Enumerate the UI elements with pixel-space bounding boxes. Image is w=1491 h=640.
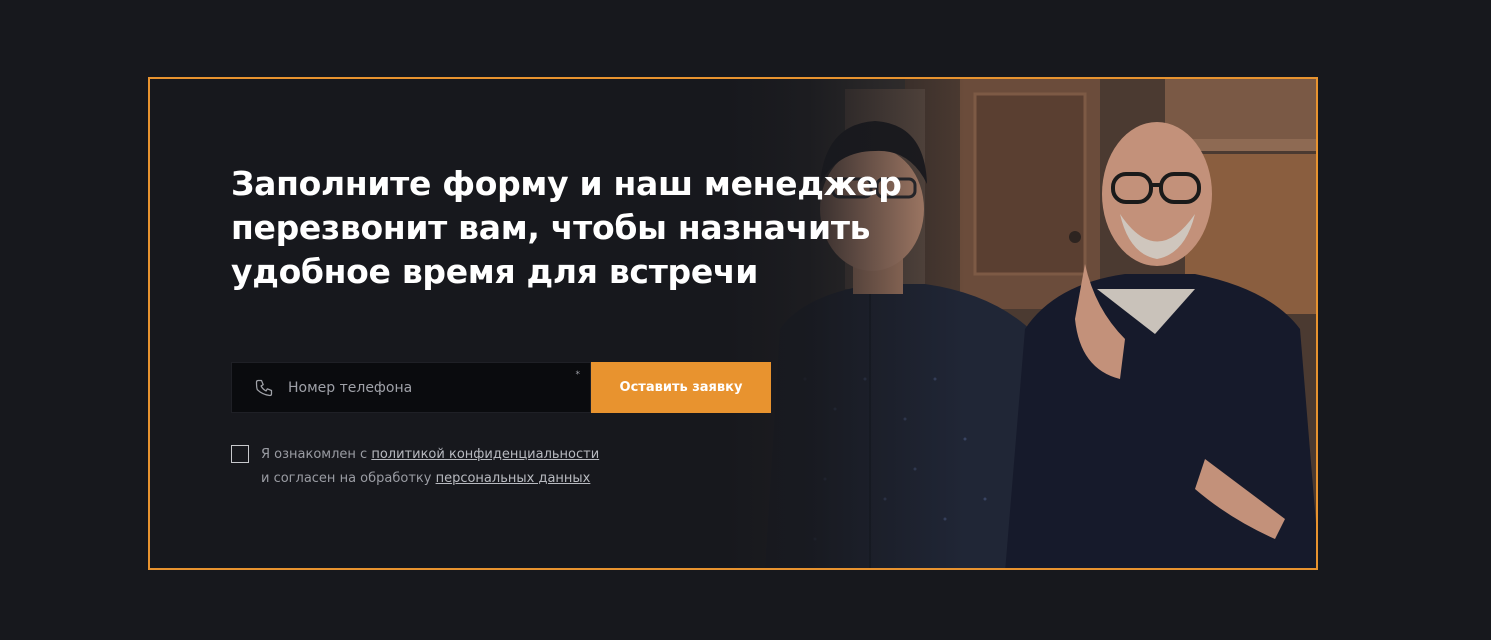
consent-block: Я ознакомлен с политикой конфиденциально… (231, 443, 599, 491)
consent-checkbox[interactable] (231, 445, 249, 463)
headline-line: перезвонит вам, чтобы назначить (231, 208, 871, 247)
phone-field[interactable]: * (231, 362, 591, 413)
consent-text: Я ознакомлен с политикой конфиденциально… (261, 443, 599, 491)
headline-line: удобное время для встречи (231, 252, 759, 291)
headline-line: Заполните форму и наш менеджер (231, 164, 902, 203)
phone-input[interactable] (288, 379, 558, 396)
submit-request-button[interactable]: Оставить заявку (591, 362, 771, 413)
team-photo (725, 79, 1316, 568)
phone-icon (254, 378, 274, 398)
consent-text-part: Я ознакомлен с (261, 447, 372, 462)
required-mark: * (575, 370, 581, 380)
callback-form-card: Заполните форму и наш менеджер перезвони… (148, 77, 1318, 570)
consent-text-part: и согласен на обработку (261, 471, 436, 486)
personal-data-link[interactable]: персональных данных (436, 471, 591, 486)
callback-form: * Оставить заявку (231, 362, 771, 413)
privacy-policy-link[interactable]: политикой конфиденциальности (371, 447, 599, 462)
form-headline: Заполните форму и наш менеджер перезвони… (231, 162, 902, 294)
